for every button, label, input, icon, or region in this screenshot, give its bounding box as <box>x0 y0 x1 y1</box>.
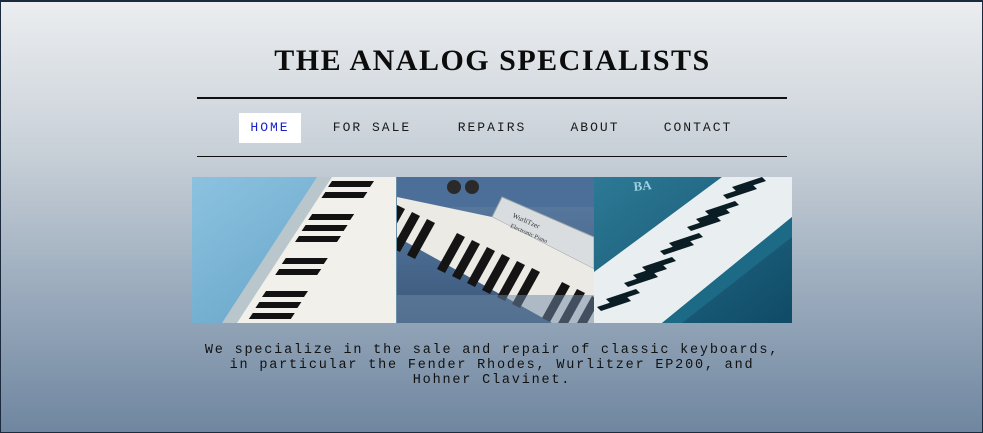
piano-key-shape <box>248 313 295 319</box>
hero-photo-strip: WurliTzer Electronic Piano BA <box>192 177 792 323</box>
header-divider-bottom <box>197 156 787 157</box>
teal-grand-piano-photo: BA <box>594 177 792 323</box>
nav-home[interactable]: HOME <box>239 113 301 143</box>
piano-key-shape <box>328 181 374 187</box>
nav-repairs[interactable]: REPAIRS <box>447 113 537 143</box>
intro-text: We specialize in the sale and repair of … <box>204 343 780 388</box>
piano-key-shape <box>262 291 308 297</box>
nav-contact[interactable]: CONTACT <box>653 113 743 143</box>
wurlitzer-electronic-piano-photo: WurliTzer Electronic Piano <box>397 177 594 323</box>
nav-for-sale[interactable]: FOR SALE <box>323 113 421 143</box>
piano-key-shape <box>281 258 328 264</box>
piano-key-shape <box>308 214 355 220</box>
piano-key-shape <box>255 302 302 308</box>
piano-key-shape <box>275 269 322 275</box>
grand-piano-brand-text: BA <box>633 177 653 194</box>
piano-key-shape <box>301 225 348 231</box>
main-nav: HOME FOR SALE REPAIRS ABOUT CONTACT <box>1 113 983 143</box>
site-title: THE ANALOG SPECIALISTS <box>274 44 711 77</box>
header-divider-top <box>197 97 787 99</box>
nav-about[interactable]: ABOUT <box>561 113 629 143</box>
light-blue-piano-keys-photo <box>192 177 397 323</box>
piano-key-shape <box>321 192 368 198</box>
piano-key-shape <box>295 236 341 242</box>
